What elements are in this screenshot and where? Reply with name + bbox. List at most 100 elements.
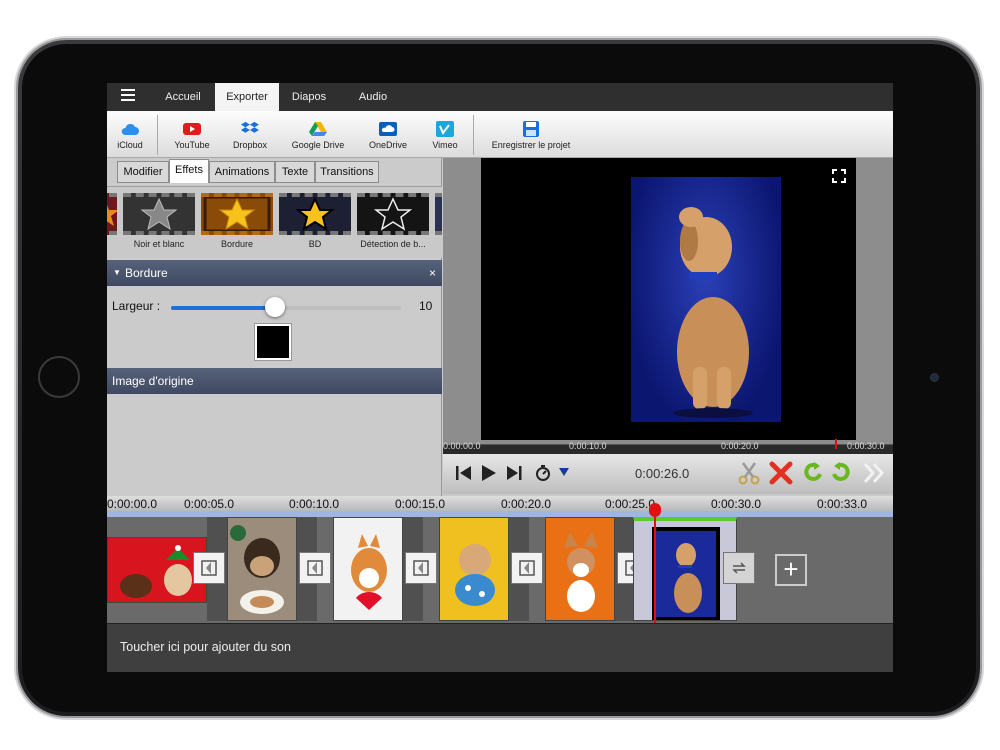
close-icon[interactable]: ×	[429, 260, 436, 286]
puppy-image	[673, 207, 753, 418]
home-button[interactable]	[38, 356, 80, 398]
transition-button[interactable]	[723, 552, 755, 584]
clip-track: +	[107, 517, 893, 623]
subtab-effets[interactable]: Effets	[169, 159, 209, 183]
fullscreen-icon[interactable]	[832, 169, 846, 183]
original-image-header[interactable]: Image d'origine	[107, 368, 442, 394]
vimeo-icon	[436, 121, 454, 137]
slider-fill	[171, 306, 275, 310]
cut-scissors-icon[interactable]	[737, 461, 761, 485]
forward-chevrons-icon[interactable]	[863, 462, 885, 484]
star-icon	[203, 195, 271, 233]
subtab-modifier[interactable]: Modifier	[117, 161, 169, 183]
preview-tick: 0:00:10.0	[569, 441, 607, 451]
preview-tick: 0:00:30.0	[847, 441, 885, 451]
timeline-ruler[interactable]: 0:00:00.0 0:00:05.0 0:00:10.0 0:00:15.0 …	[107, 496, 893, 512]
undo-icon[interactable]	[801, 461, 825, 485]
hamburger-menu-icon[interactable]	[121, 89, 135, 103]
width-slider[interactable]	[171, 297, 401, 317]
transition-icon	[413, 560, 429, 576]
save-project-button[interactable]: Enregistrer le projet	[485, 111, 577, 158]
effect-thumbnail-partial[interactable]	[107, 193, 119, 235]
transition-icon	[201, 560, 217, 576]
clip-2[interactable]	[227, 517, 297, 621]
app-screen: Accueil Exporter Diapos Audio iCloud You…	[107, 83, 893, 672]
star-icon	[373, 197, 413, 231]
save-icon	[523, 121, 539, 137]
star-icon	[140, 197, 178, 231]
ruler-tick: 0:00:20.0	[501, 497, 552, 511]
effect-detection-de-bords[interactable]	[357, 193, 429, 235]
ruler-tick: 0:00:30.0	[711, 497, 762, 511]
effect-thumbnails: Noir et blanc Bordure BD Détection de b.…	[107, 186, 442, 258]
playback-bar: 0:00:26.0	[443, 454, 893, 494]
menu-bar: Accueil Exporter Diapos Audio	[107, 83, 893, 111]
clip-5[interactable]	[545, 517, 615, 621]
effect-bd[interactable]	[279, 193, 351, 235]
front-camera	[930, 373, 939, 382]
speed-icon[interactable]	[535, 464, 551, 482]
ruler-tick: 0:00:05.0	[184, 497, 235, 511]
google-drive-icon	[309, 122, 327, 136]
collapse-triangle-icon[interactable]: ▼	[113, 260, 121, 286]
clip-1[interactable]	[107, 537, 207, 603]
ruler-tick: 0:00:25.0	[605, 497, 656, 511]
timecode-display: 0:00:26.0	[635, 466, 690, 481]
tab-audio[interactable]: Audio	[343, 83, 403, 111]
icloud-button[interactable]: iCloud	[111, 111, 149, 158]
tab-accueil[interactable]: Accueil	[151, 83, 215, 111]
preview-timebar[interactable]: 0:00:00.0 0:00:10.0 0:00:20.0 0:00:30.0	[443, 439, 893, 454]
add-audio-hint: Toucher ici pour ajouter du son	[120, 640, 291, 654]
skip-to-end-icon[interactable]	[505, 464, 523, 482]
effect-bordure[interactable]	[201, 193, 273, 235]
effect-noir-et-blanc[interactable]	[123, 193, 195, 235]
skip-to-start-icon[interactable]	[455, 464, 473, 482]
toolbar-divider	[473, 115, 474, 155]
transition-icon	[519, 560, 535, 576]
export-toolbar: iCloud YouTube Dropbox Google Drive OneD…	[107, 111, 893, 158]
border-color-swatch[interactable]	[254, 323, 292, 361]
transition-button[interactable]	[511, 552, 543, 584]
effect-label: Détection de b...	[360, 239, 426, 249]
video-preview	[443, 158, 893, 444]
border-section-header[interactable]: ▼ Bordure ×	[107, 260, 442, 286]
vimeo-button[interactable]: Vimeo	[425, 111, 465, 158]
preview-playhead[interactable]	[835, 439, 837, 449]
audio-track[interactable]: Toucher ici pour ajouter du son	[107, 623, 893, 672]
dropbox-icon	[240, 121, 259, 133]
effect-label: Noir et blanc	[133, 239, 185, 249]
slider-knob[interactable]	[264, 297, 285, 317]
redo-icon[interactable]	[829, 461, 853, 485]
youtube-icon	[183, 123, 201, 135]
transition-button[interactable]	[193, 552, 225, 584]
subtab-animations[interactable]: Animations	[209, 161, 275, 183]
clip-4[interactable]	[439, 517, 509, 621]
tab-exporter[interactable]: Exporter	[215, 83, 279, 111]
youtube-button[interactable]: YouTube	[169, 111, 215, 158]
width-value: 10	[419, 299, 433, 313]
transition-button[interactable]	[299, 552, 331, 584]
ruler-tick: 0:00:33.0	[817, 497, 868, 511]
preview-canvas[interactable]	[481, 158, 856, 440]
clip-thumbnail	[564, 532, 598, 612]
subtab-texte[interactable]: Texte	[275, 161, 315, 183]
add-clip-button[interactable]: +	[775, 554, 807, 586]
chevron-down-icon[interactable]	[559, 468, 569, 476]
effect-label: BD	[308, 239, 322, 249]
ruler-tick: 0:00:10.0	[289, 497, 340, 511]
clip-3[interactable]	[333, 517, 403, 621]
effect-label: Bordure	[220, 239, 254, 249]
onedrive-button[interactable]: OneDrive	[363, 111, 413, 158]
effects-panel: Modifier Effets Animations Texte Transit…	[107, 158, 442, 496]
delete-icon[interactable]	[769, 461, 793, 485]
google-drive-button[interactable]: Google Drive	[285, 111, 351, 158]
transition-button[interactable]	[405, 552, 437, 584]
play-icon[interactable]	[481, 464, 497, 482]
dropbox-button[interactable]: Dropbox	[227, 111, 273, 158]
subtab-transitions[interactable]: Transitions	[315, 161, 379, 183]
effect-thumbnail-partial[interactable]	[435, 193, 442, 235]
tab-diapos[interactable]: Diapos	[279, 83, 339, 111]
clip-6-selected[interactable]	[633, 517, 737, 621]
swap-icon	[732, 562, 746, 574]
clip-thumbnail	[228, 518, 296, 620]
